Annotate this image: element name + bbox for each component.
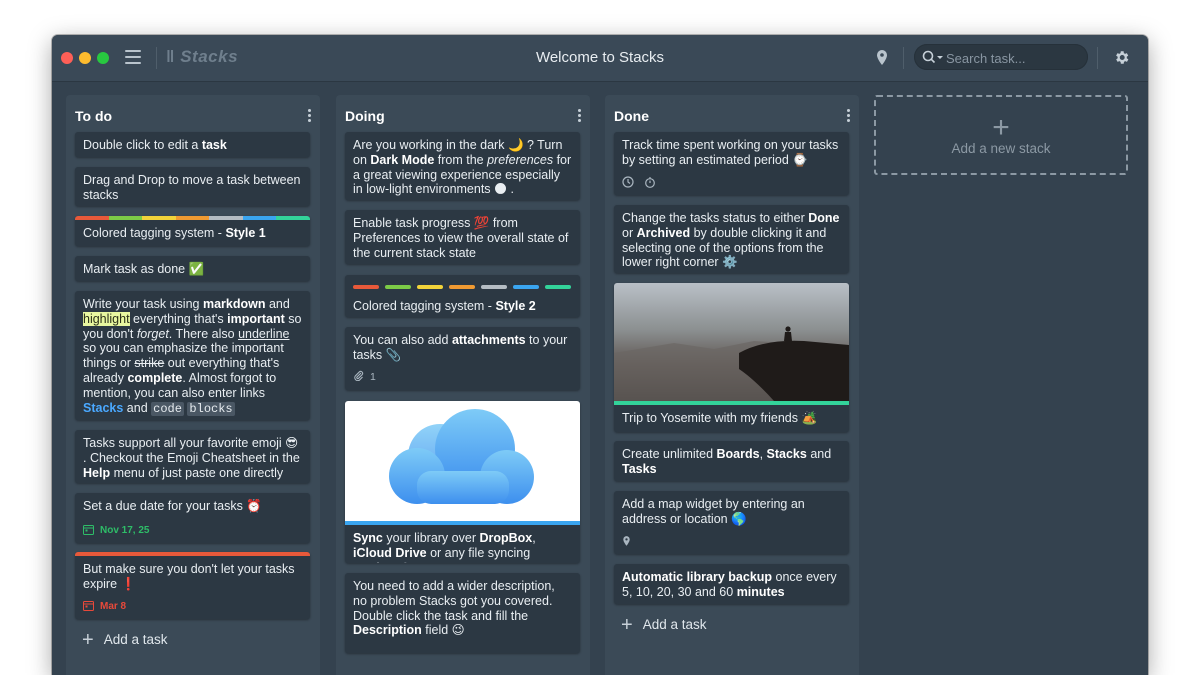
plus-icon: + bbox=[621, 613, 633, 636]
stack-menu-icon[interactable] bbox=[847, 109, 851, 124]
task-card[interactable]: Add a map widget by entering an address … bbox=[614, 491, 849, 554]
task-text: Add a map widget by entering an address … bbox=[622, 497, 805, 526]
add-task-label: Add a task bbox=[103, 632, 168, 647]
task-text: Create unlimited Boards, Stacks and Task… bbox=[622, 447, 832, 476]
attachment-count: 1 bbox=[353, 370, 572, 386]
search-icon bbox=[922, 50, 944, 69]
stack-doing[interactable]: Doing Are you working in the dark 🌙 ? Tu… bbox=[336, 95, 590, 675]
task-text: Double click to edit a task bbox=[83, 138, 227, 152]
task-text: Write your task using markdown and highl… bbox=[83, 297, 302, 416]
task-text: Colored tagging system - Style 1 bbox=[83, 226, 266, 240]
divider bbox=[1097, 47, 1098, 69]
task-text: Are you working in the dark 🌙 ? Turn on … bbox=[353, 138, 572, 197]
task-text: Sync your library over DropBox, iCloud D… bbox=[353, 531, 536, 563]
stack-title: To do bbox=[75, 108, 113, 124]
clock-icon[interactable] bbox=[622, 175, 634, 193]
stack-todo[interactable]: To do Double click to edit a task Drag a… bbox=[66, 95, 320, 675]
task-text: Track time spent working on your tasks b… bbox=[622, 138, 839, 167]
task-text: You need to add a wider description, no … bbox=[353, 579, 555, 638]
add-task-button[interactable]: + Add a task bbox=[621, 613, 707, 636]
task-card[interactable]: Mark task as done ✅ bbox=[75, 256, 310, 281]
map-pin-icon[interactable] bbox=[875, 49, 889, 71]
tag-color-bar bbox=[75, 552, 310, 556]
task-card[interactable]: Enable task progress 💯 from Preferences … bbox=[345, 210, 580, 264]
search-box[interactable] bbox=[914, 44, 1088, 70]
due-date: Mar 8 bbox=[83, 600, 302, 616]
task-text: But make sure you don't let your tasks e… bbox=[83, 562, 295, 591]
task-card[interactable]: Sync your library over DropBox, iCloud D… bbox=[345, 401, 580, 563]
task-card[interactable]: You can also add attachments to your tas… bbox=[345, 327, 580, 390]
task-card[interactable]: Set a due date for your tasks ⏰ Nov 17, … bbox=[75, 493, 310, 543]
tag-color-bar bbox=[75, 216, 310, 220]
add-task-label: Add a task bbox=[642, 617, 707, 632]
task-card[interactable]: You need to add a wider description, no … bbox=[345, 573, 580, 653]
plus-icon: + bbox=[992, 111, 1010, 144]
map-pin-icon bbox=[622, 535, 631, 552]
calendar-icon bbox=[83, 524, 94, 540]
task-card[interactable]: But make sure you don't let your tasks e… bbox=[75, 552, 310, 619]
map-widget[interactable] bbox=[622, 535, 841, 552]
task-card[interactable]: Colored tagging system - Style 1 bbox=[75, 216, 310, 246]
task-card[interactable]: Tasks support all your favorite emoji 😎 … bbox=[75, 430, 310, 483]
task-card[interactable]: Drag and Drop to move a task between sta… bbox=[75, 167, 310, 206]
task-text: Automatic library backup once every 5, 1… bbox=[622, 570, 837, 599]
task-card[interactable]: Write your task using markdown and highl… bbox=[75, 291, 310, 420]
due-date: Nov 17, 25 bbox=[83, 524, 302, 540]
task-text: Tasks support all your favorite emoji 😎 … bbox=[83, 436, 300, 480]
due-date-text: Nov 17, 25 bbox=[100, 525, 150, 537]
stack-title: Doing bbox=[345, 108, 385, 124]
task-card[interactable]: Trip to Yosemite with my friends 🏕️ bbox=[614, 283, 849, 432]
gear-icon[interactable] bbox=[1113, 49, 1130, 71]
due-date-text: Mar 8 bbox=[100, 601, 127, 613]
task-text: Drag and Drop to move a task between sta… bbox=[83, 173, 301, 202]
task-text: Enable task progress 💯 from Preferences … bbox=[353, 216, 569, 260]
time-tracking bbox=[622, 175, 841, 193]
task-card[interactable]: Track time spent working on your tasks b… bbox=[614, 132, 849, 195]
title-bar: ǁ Stacks Welcome to Stacks bbox=[52, 35, 1148, 82]
task-card[interactable]: Colored tagging system - Style 2 bbox=[345, 275, 580, 317]
task-text: Change the tasks status to either Done o… bbox=[622, 211, 840, 270]
add-task-button[interactable]: + Add a task bbox=[82, 628, 168, 651]
stack-done[interactable]: Done Track time spent working on your ta… bbox=[605, 95, 859, 675]
calendar-icon bbox=[83, 600, 94, 616]
attachment-count-text: 1 bbox=[370, 371, 376, 384]
stack-menu-icon[interactable] bbox=[308, 109, 312, 124]
search-input[interactable] bbox=[944, 47, 1083, 69]
app-window: ǁ Stacks Welcome to Stacks To do Double … bbox=[52, 35, 1148, 675]
yosemite-photo bbox=[614, 283, 849, 401]
task-text: Mark task as done ✅ bbox=[83, 262, 205, 276]
task-card[interactable]: Are you working in the dark 🌙 ? Turn on … bbox=[345, 132, 580, 200]
task-card[interactable]: Create unlimited Boards, Stacks and Task… bbox=[614, 441, 849, 481]
paperclip-icon bbox=[353, 370, 364, 386]
task-text: Colored tagging system - Style 2 bbox=[353, 299, 536, 313]
task-card[interactable]: Double click to edit a task bbox=[75, 132, 310, 157]
task-text: Trip to Yosemite with my friends 🏕️ bbox=[622, 411, 818, 425]
tag-pills bbox=[353, 285, 572, 289]
stack-title: Done bbox=[614, 108, 649, 124]
task-text: Set a due date for your tasks ⏰ bbox=[83, 499, 262, 513]
task-card[interactable]: Change the tasks status to either Done o… bbox=[614, 205, 849, 273]
icloud-image bbox=[345, 401, 580, 521]
plus-icon: + bbox=[82, 628, 94, 651]
stack-menu-icon[interactable] bbox=[578, 109, 582, 124]
add-new-stack-button[interactable]: + Add a new stack bbox=[874, 95, 1128, 175]
add-new-stack-label: Add a new stack bbox=[951, 141, 1051, 156]
task-text: You can also add attachments to your tas… bbox=[353, 333, 568, 362]
divider bbox=[903, 47, 904, 69]
stopwatch-icon[interactable] bbox=[644, 176, 656, 193]
task-card[interactable]: Automatic library backup once every 5, 1… bbox=[614, 564, 849, 604]
